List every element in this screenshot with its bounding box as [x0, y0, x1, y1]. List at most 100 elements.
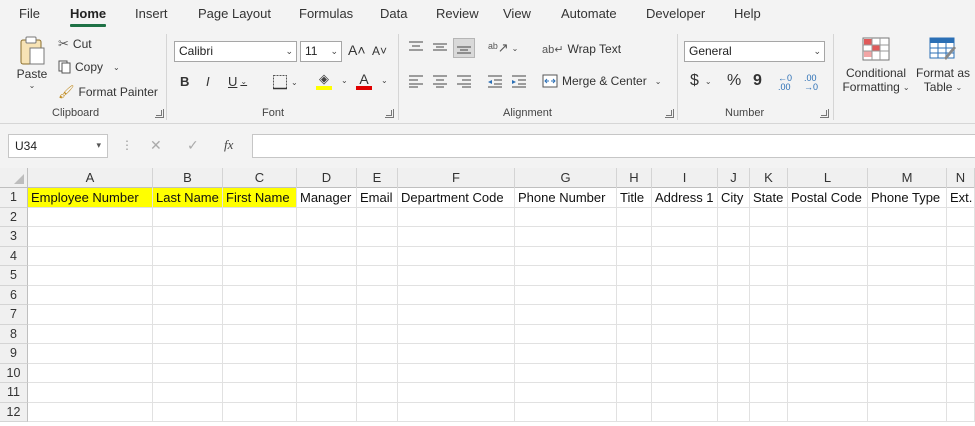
cell-k4[interactable] — [750, 246, 788, 266]
chevron-down-icon[interactable]: ⌄ — [113, 63, 120, 72]
formula-input[interactable] — [252, 134, 975, 158]
cell-c9[interactable] — [223, 344, 297, 364]
cell-k8[interactable] — [750, 324, 788, 344]
column-header-l[interactable]: L — [788, 168, 868, 188]
cancel-icon[interactable]: ✕ — [150, 137, 162, 154]
tab-review[interactable]: Review — [436, 6, 479, 21]
cell-j11[interactable] — [718, 383, 750, 403]
cell-h2[interactable] — [617, 207, 652, 227]
cell-i11[interactable] — [652, 383, 718, 403]
row-header-1[interactable]: 1 — [0, 188, 28, 208]
cell-f7[interactable] — [398, 305, 515, 325]
cell-i4[interactable] — [652, 246, 718, 266]
column-header-j[interactable]: J — [718, 168, 750, 188]
column-header-g[interactable]: G — [515, 168, 617, 188]
cell-n9[interactable] — [947, 344, 975, 364]
cell-l2[interactable] — [788, 207, 868, 227]
cell-l3[interactable] — [788, 227, 868, 247]
cell-f1[interactable]: Department Code — [398, 188, 515, 208]
cell-d1[interactable]: Manager — [297, 188, 357, 208]
orientation-button[interactable]: ᵃᵇ↗ ⌄ — [488, 40, 518, 56]
row-header-8[interactable]: 8 — [0, 324, 28, 344]
cell-e10[interactable] — [357, 363, 398, 383]
row-header-9[interactable]: 9 — [0, 344, 28, 364]
cell-k1[interactable]: State — [750, 188, 788, 208]
column-header-k[interactable]: K — [750, 168, 788, 188]
column-header-b[interactable]: B — [153, 168, 223, 188]
tab-home[interactable]: Home — [70, 6, 107, 27]
cell-e12[interactable] — [357, 402, 398, 422]
comma-style-button[interactable]: 9 — [753, 72, 762, 90]
cell-c2[interactable] — [223, 207, 297, 227]
cell-n4[interactable] — [947, 246, 975, 266]
cell-h8[interactable] — [617, 324, 652, 344]
font-color-button[interactable]: A — [356, 72, 372, 90]
cell-b5[interactable] — [153, 266, 223, 286]
cell-l4[interactable] — [788, 246, 868, 266]
cell-b11[interactable] — [153, 383, 223, 403]
cell-g10[interactable] — [515, 363, 617, 383]
cell-i5[interactable] — [652, 266, 718, 286]
cell-i10[interactable] — [652, 363, 718, 383]
column-header-n[interactable]: N — [947, 168, 975, 188]
cell-e5[interactable] — [357, 266, 398, 286]
underline-button[interactable]: U ⌄ — [228, 74, 247, 89]
row-header-10[interactable]: 10 — [0, 363, 28, 383]
cell-k6[interactable] — [750, 285, 788, 305]
cell-j5[interactable] — [718, 266, 750, 286]
cell-b8[interactable] — [153, 324, 223, 344]
cell-a12[interactable] — [28, 402, 153, 422]
cell-c1[interactable]: First Name — [223, 188, 297, 208]
cell-e4[interactable] — [357, 246, 398, 266]
tab-file[interactable]: File — [19, 6, 40, 21]
cell-h3[interactable] — [617, 227, 652, 247]
cell-j8[interactable] — [718, 324, 750, 344]
cell-i9[interactable] — [652, 344, 718, 364]
cell-h10[interactable] — [617, 363, 652, 383]
column-header-f[interactable]: F — [398, 168, 515, 188]
cell-l7[interactable] — [788, 305, 868, 325]
row-header-7[interactable]: 7 — [0, 305, 28, 325]
cell-d8[interactable] — [297, 324, 357, 344]
cell-m9[interactable] — [868, 344, 947, 364]
column-header-d[interactable]: D — [297, 168, 357, 188]
cell-d6[interactable] — [297, 285, 357, 305]
cell-m8[interactable] — [868, 324, 947, 344]
cell-f11[interactable] — [398, 383, 515, 403]
cell-f5[interactable] — [398, 266, 515, 286]
bold-button[interactable]: B — [180, 74, 189, 89]
font-size-select[interactable]: 11 ⌄ — [300, 41, 342, 62]
cell-k5[interactable] — [750, 266, 788, 286]
cell-i6[interactable] — [652, 285, 718, 305]
cell-d4[interactable] — [297, 246, 357, 266]
cell-k2[interactable] — [750, 207, 788, 227]
cell-m5[interactable] — [868, 266, 947, 286]
cell-e3[interactable] — [357, 227, 398, 247]
cell-a2[interactable] — [28, 207, 153, 227]
cell-j10[interactable] — [718, 363, 750, 383]
cell-k12[interactable] — [750, 402, 788, 422]
cell-m1[interactable]: Phone Type — [868, 188, 947, 208]
row-header-3[interactable]: 3 — [0, 227, 28, 247]
row-header-5[interactable]: 5 — [0, 266, 28, 286]
column-header-c[interactable]: C — [223, 168, 297, 188]
cell-i12[interactable] — [652, 402, 718, 422]
cell-j7[interactable] — [718, 305, 750, 325]
wrap-text-button[interactable]: ab↵ Wrap Text — [542, 42, 621, 56]
cell-b2[interactable] — [153, 207, 223, 227]
percent-button[interactable]: % — [727, 72, 741, 90]
cell-g2[interactable] — [515, 207, 617, 227]
cell-n1[interactable]: Ext. — [947, 188, 975, 208]
cell-l6[interactable] — [788, 285, 868, 305]
cell-n11[interactable] — [947, 383, 975, 403]
align-center-button[interactable] — [432, 74, 448, 88]
cell-f8[interactable] — [398, 324, 515, 344]
cell-e8[interactable] — [357, 324, 398, 344]
copy-button[interactable]: Copy ⌄ — [58, 60, 120, 74]
cell-l9[interactable] — [788, 344, 868, 364]
column-header-e[interactable]: E — [357, 168, 398, 188]
cell-m4[interactable] — [868, 246, 947, 266]
column-header-i[interactable]: I — [652, 168, 718, 188]
cell-j12[interactable] — [718, 402, 750, 422]
cell-j4[interactable] — [718, 246, 750, 266]
